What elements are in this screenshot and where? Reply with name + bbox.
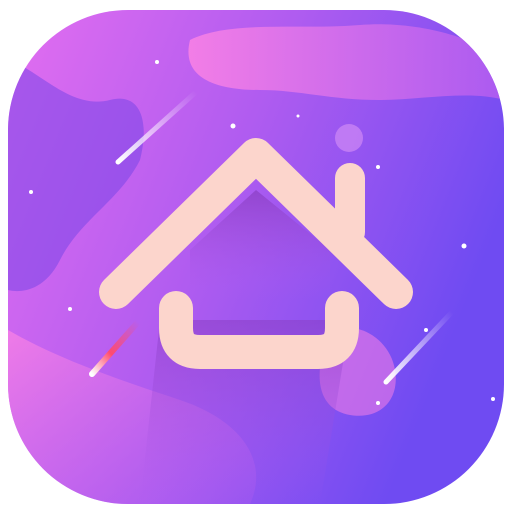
app-icon xyxy=(0,0,512,512)
app-icon-graphic xyxy=(8,10,504,504)
planet-dot xyxy=(335,124,363,152)
